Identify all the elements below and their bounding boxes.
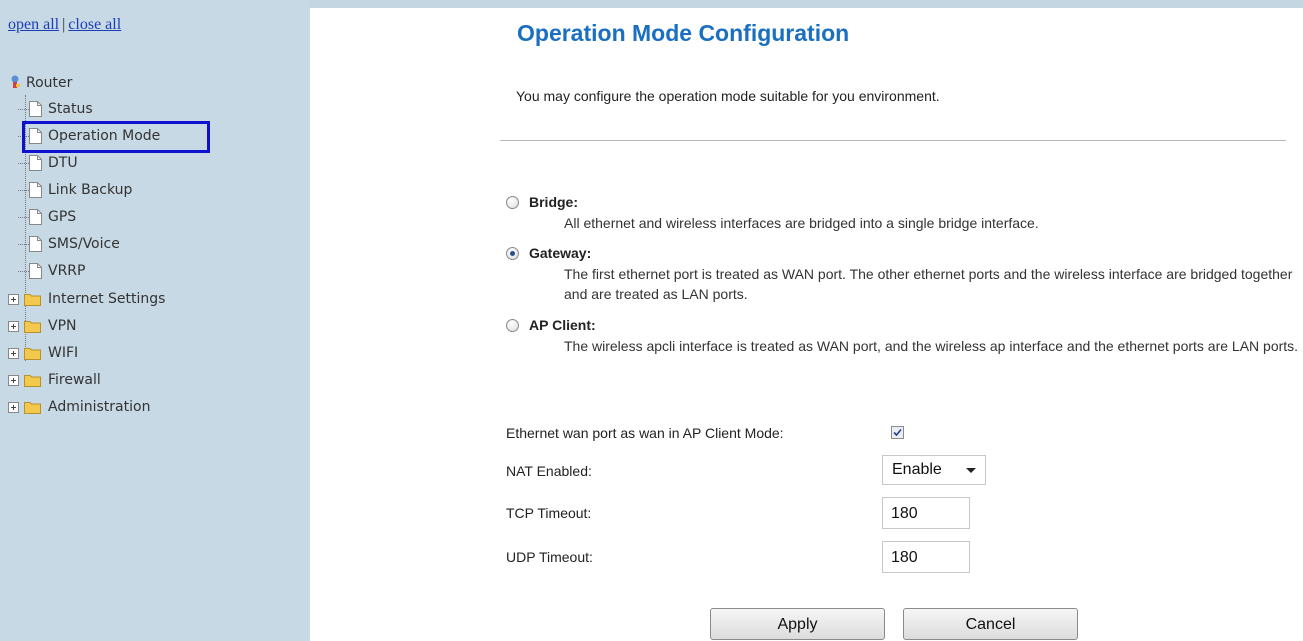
expand-plus-icon[interactable] — [8, 375, 19, 386]
page-icon — [29, 182, 42, 198]
expand-plus-icon[interactable] — [8, 321, 19, 332]
sidebar-item-label: Link Backup — [48, 182, 133, 198]
open-all-link[interactable]: open all — [8, 16, 59, 33]
ap-client-description: The wireless apcli interface is treated … — [564, 338, 1299, 354]
close-all-link[interactable]: close all — [68, 16, 121, 33]
links-separator: | — [62, 16, 66, 33]
tree-branch — [18, 163, 29, 164]
folder-icon — [24, 294, 41, 306]
tree-branch — [18, 190, 29, 191]
folder-icon — [24, 375, 41, 387]
tcp-timeout-label: TCP Timeout: — [506, 505, 592, 521]
tree-branch — [18, 244, 29, 245]
tree-branch — [18, 217, 29, 218]
page-icon — [29, 263, 42, 279]
expand-plus-icon[interactable] — [8, 294, 19, 305]
sidebar-folder-label: Internet Settings — [48, 291, 166, 307]
expand-plus-icon[interactable] — [8, 348, 19, 359]
main-content: Operation Mode Configuration You may con… — [310, 8, 1303, 641]
bridge-label: Bridge: — [529, 194, 578, 210]
cancel-button[interactable]: Cancel — [903, 608, 1078, 640]
gateway-radio[interactable] — [506, 247, 519, 260]
chevron-down-icon — [966, 468, 976, 473]
sidebar-folder-label: VPN — [48, 318, 77, 334]
sidebar-folder-label: WIFI — [48, 345, 79, 361]
gateway-description: The first ethernet port is treated as WA… — [564, 266, 1293, 302]
gateway-label: Gateway: — [529, 245, 592, 261]
tree-controls: open all | close all — [8, 16, 121, 34]
nat-select[interactable]: Enable — [882, 455, 986, 485]
page-icon — [29, 101, 42, 117]
bridge-radio[interactable] — [506, 196, 519, 209]
ethernet-wan-label: Ethernet wan port as wan in AP Client Mo… — [506, 425, 784, 441]
page-icon — [29, 236, 42, 252]
tree-branch — [18, 109, 29, 110]
page-icon — [29, 155, 42, 171]
folder-icon — [24, 348, 41, 360]
checkmark-icon — [893, 428, 902, 437]
ap-client-label: AP Client: — [529, 317, 596, 333]
folder-icon — [24, 402, 41, 414]
page-description: You may configure the operation mode sui… — [516, 88, 940, 104]
bridge-description: All ethernet and wireless interfaces are… — [564, 215, 1039, 231]
sidebar-item-label: GPS — [48, 209, 77, 225]
nat-label: NAT Enabled: — [506, 463, 592, 479]
tcp-timeout-input[interactable]: 180 — [882, 497, 970, 529]
router-icon — [11, 75, 20, 88]
tree-root-label: Router — [26, 75, 73, 91]
nat-select-value: Enable — [892, 461, 942, 478]
ap-client-radio[interactable] — [506, 319, 519, 332]
page-title: Operation Mode Configuration — [517, 20, 850, 46]
divider — [500, 140, 1286, 141]
sidebar-item-label: Status — [48, 101, 93, 117]
page-icon — [29, 209, 42, 225]
sidebar-folder-label: Administration — [48, 399, 151, 415]
sidebar-folder-label: Firewall — [48, 372, 101, 388]
ethernet-wan-checkbox[interactable] — [891, 426, 904, 439]
selection-highlight-box — [22, 121, 210, 153]
sidebar-item-label: VRRP — [48, 263, 86, 279]
folder-icon — [24, 321, 41, 333]
sidebar-item-label: DTU — [48, 155, 78, 171]
tree-branch — [18, 271, 29, 272]
sidebar-item-label: SMS/Voice — [48, 236, 120, 252]
expand-plus-icon[interactable] — [8, 402, 19, 413]
udp-timeout-label: UDP Timeout: — [506, 549, 593, 565]
sidebar: open all | close all Router Status Operati… — [0, 0, 310, 641]
udp-timeout-input[interactable]: 180 — [882, 541, 970, 573]
top-border — [310, 0, 1303, 8]
apply-button[interactable]: Apply — [710, 608, 885, 640]
